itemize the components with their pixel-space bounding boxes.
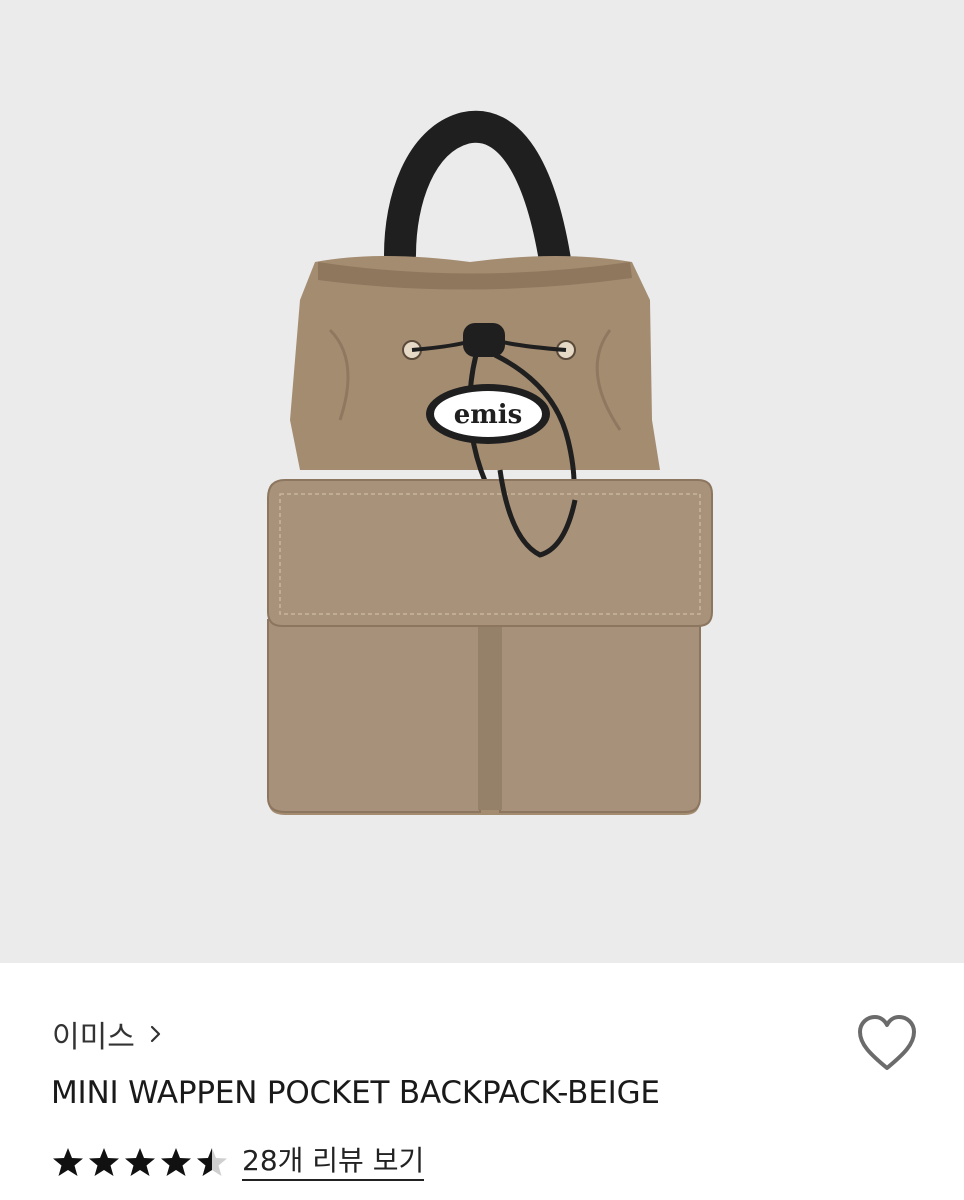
star-icon — [161, 1148, 191, 1176]
half-star-icon — [197, 1148, 227, 1176]
star-icon — [89, 1148, 119, 1176]
left-pocket — [267, 619, 481, 813]
front-flap — [267, 479, 713, 627]
cord-toggle — [463, 323, 505, 357]
patch-text: emis — [454, 400, 523, 430]
product-page: emis 이미스 MINI WAPPEN POCKET BACKPACK-BEI… — [0, 0, 964, 1200]
brand-name: 이미스 — [52, 1020, 135, 1055]
star-rating — [52, 1147, 228, 1177]
chevron-right-icon — [150, 1025, 160, 1043]
right-pocket — [499, 619, 701, 813]
rating-row: 28개 리뷰 보기 — [52, 1140, 425, 1184]
brand-link[interactable]: 이미스 — [52, 1014, 163, 1055]
product-image[interactable]: emis — [0, 0, 964, 963]
backpack-illustration: emis — [267, 110, 713, 815]
reviews-link[interactable]: 28개 리뷰 보기 — [242, 1144, 425, 1181]
product-title: MINI WAPPEN POCKET BACKPACK-BEIGE — [51, 1075, 660, 1111]
star-icon — [125, 1148, 155, 1176]
handle-strap — [384, 110, 571, 276]
wishlist-heart-icon[interactable] — [856, 1014, 918, 1072]
star-icon — [53, 1148, 83, 1176]
